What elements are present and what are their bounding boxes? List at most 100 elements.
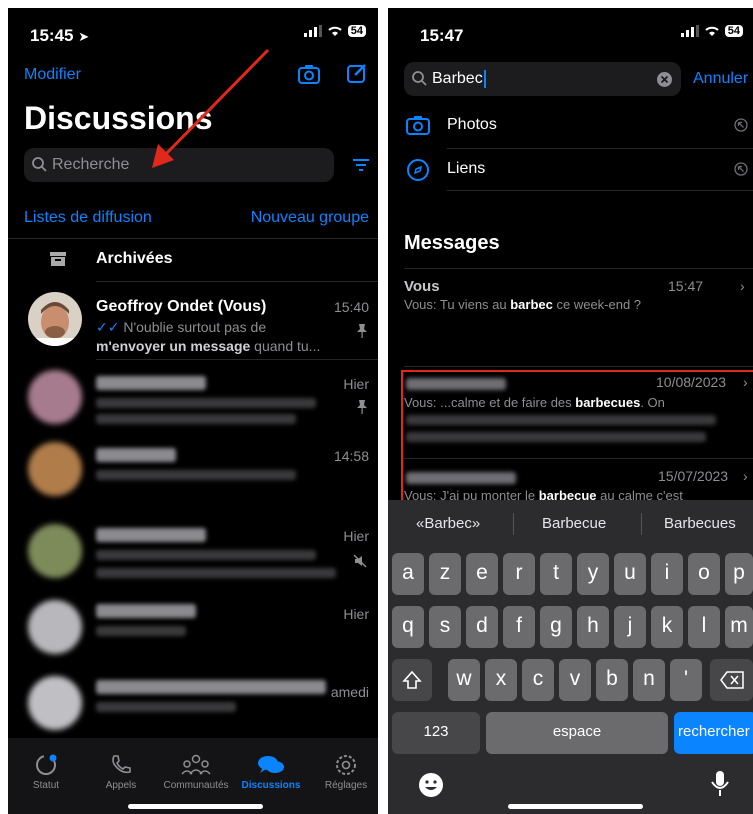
chat-row[interactable]: amedi bbox=[8, 672, 378, 742]
chat-row[interactable]: Hier bbox=[8, 596, 378, 666]
status-icons: 54 bbox=[680, 25, 743, 37]
cancel-button[interactable]: Annuler bbox=[693, 70, 748, 88]
filter-photos[interactable]: Photos bbox=[388, 106, 753, 146]
search-input[interactable]: Barbec bbox=[432, 70, 486, 88]
backspace-key[interactable] bbox=[710, 659, 753, 701]
tab-label: Communautés bbox=[163, 780, 229, 791]
key-w[interactable]: w bbox=[448, 659, 480, 701]
shift-key[interactable] bbox=[392, 659, 432, 701]
key-i[interactable]: i bbox=[651, 553, 683, 595]
preview-bold: m'envoyer un message bbox=[96, 338, 251, 354]
communities-icon bbox=[181, 754, 211, 775]
key-r[interactable]: r bbox=[503, 553, 535, 595]
key-v[interactable]: v bbox=[559, 659, 591, 701]
chat-row[interactable]: 14:58 bbox=[8, 436, 378, 506]
archived-row[interactable]: Archivées bbox=[8, 246, 378, 276]
left-screen: 15:45 ➤ 54 Modifier Discussions Recherch… bbox=[8, 8, 378, 814]
tab-calls[interactable]: Appels bbox=[86, 753, 156, 791]
signal-icon bbox=[680, 25, 699, 37]
camera-icon[interactable] bbox=[297, 63, 321, 85]
key-apostrophe[interactable]: ' bbox=[670, 659, 702, 701]
key-s[interactable]: s bbox=[429, 606, 461, 648]
filter-icon[interactable] bbox=[353, 159, 369, 171]
emoji-icon[interactable] bbox=[418, 772, 444, 798]
tab-settings[interactable]: Réglages bbox=[311, 753, 378, 791]
chat-time: Hier bbox=[343, 376, 369, 392]
archived-label: Archivées bbox=[96, 250, 173, 267]
suggestion-item[interactable]: Barbecues bbox=[664, 515, 736, 532]
key-x[interactable]: x bbox=[485, 659, 517, 701]
result-text-suffix: ce week-end ? bbox=[552, 297, 642, 312]
key-f[interactable]: f bbox=[503, 606, 535, 648]
annotation-box bbox=[401, 370, 753, 502]
tab-label: Réglages bbox=[324, 780, 368, 791]
status-icons: 54 bbox=[303, 25, 366, 37]
numbers-key[interactable]: 123 bbox=[392, 712, 480, 754]
key-a[interactable]: a bbox=[392, 553, 424, 595]
status-icon bbox=[36, 754, 57, 775]
chat-row[interactable]: Hier bbox=[8, 362, 378, 432]
key-l[interactable]: l bbox=[688, 606, 720, 648]
filter-links[interactable]: Liens bbox=[388, 150, 753, 190]
key-z[interactable]: z bbox=[429, 553, 461, 595]
key-u[interactable]: u bbox=[614, 553, 646, 595]
key-b[interactable]: b bbox=[596, 659, 628, 701]
compose-icon[interactable] bbox=[346, 62, 368, 84]
preview-rest: quand tu... bbox=[250, 338, 321, 354]
result-text: Vous: Tu viens au barbec ce week-end ? bbox=[404, 297, 641, 312]
microphone-icon[interactable] bbox=[710, 770, 730, 798]
key-g[interactable]: g bbox=[540, 606, 572, 648]
shift-icon bbox=[402, 670, 422, 689]
key-m[interactable]: m bbox=[725, 606, 753, 648]
new-group-link[interactable]: Nouveau groupe bbox=[251, 209, 369, 227]
key-p[interactable]: p bbox=[725, 553, 753, 595]
avatar bbox=[28, 292, 82, 346]
suggestion-item[interactable]: «Barbec» bbox=[416, 515, 480, 532]
chat-time: 15:40 bbox=[333, 299, 369, 315]
key-h[interactable]: h bbox=[577, 606, 609, 648]
clear-icon[interactable] bbox=[657, 72, 672, 87]
chat-preview-line1: ✓✓ N'oublie surtout pas de bbox=[96, 319, 266, 336]
preview-text: N'oublie surtout pas de bbox=[123, 319, 267, 335]
tab-communities[interactable]: Communautés bbox=[161, 753, 231, 791]
key-k[interactable]: k bbox=[651, 606, 683, 648]
broadcast-lists-link[interactable]: Listes de diffusion bbox=[24, 209, 152, 227]
search-key[interactable]: rechercher bbox=[674, 712, 753, 754]
avatar bbox=[28, 370, 82, 424]
chat-time: Hier bbox=[343, 528, 369, 544]
message-result[interactable]: Vous 15:47 › Vous: Tu viens au barbec ce… bbox=[388, 274, 753, 334]
battery-icon: 54 bbox=[347, 25, 366, 37]
key-y[interactable]: y bbox=[577, 553, 609, 595]
filter-label: Photos bbox=[447, 116, 497, 133]
chevron-right-icon: › bbox=[740, 278, 745, 294]
key-j[interactable]: j bbox=[614, 606, 646, 648]
chat-row[interactable]: Hier bbox=[8, 516, 378, 596]
signal-icon bbox=[303, 25, 322, 37]
location-arrow-icon: ➤ bbox=[78, 29, 90, 44]
key-q[interactable]: q bbox=[392, 606, 424, 648]
tab-status[interactable]: Statut bbox=[11, 753, 81, 791]
edit-button[interactable]: Modifier bbox=[24, 66, 81, 84]
home-indicator bbox=[508, 804, 643, 809]
search-icon bbox=[32, 157, 47, 172]
key-e[interactable]: e bbox=[466, 553, 498, 595]
search-bar[interactable]: Barbec bbox=[404, 62, 681, 96]
key-t[interactable]: t bbox=[540, 553, 572, 595]
key-o[interactable]: o bbox=[688, 553, 720, 595]
tab-discussions[interactable]: Discussions bbox=[236, 753, 306, 791]
suggestion-item[interactable]: Barbecue bbox=[542, 515, 606, 532]
key-d[interactable]: d bbox=[466, 606, 498, 648]
gear-icon bbox=[336, 755, 356, 775]
key-n[interactable]: n bbox=[633, 659, 665, 701]
filter-label: Liens bbox=[447, 160, 486, 177]
space-key[interactable]: espace bbox=[486, 712, 668, 754]
result-time: 15:47 bbox=[668, 278, 704, 294]
search-input[interactable]: Recherche bbox=[52, 156, 129, 174]
key-c[interactable]: c bbox=[522, 659, 554, 701]
annotation-arrow bbox=[152, 48, 270, 168]
chats-icon bbox=[258, 756, 284, 773]
avatar bbox=[28, 442, 82, 496]
muted-icon bbox=[353, 554, 367, 568]
time-text: 15:45 bbox=[30, 26, 74, 45]
chat-row[interactable]: Geoffroy Ondet (Vous) 15:40 ✓✓ N'oublie … bbox=[8, 284, 378, 356]
